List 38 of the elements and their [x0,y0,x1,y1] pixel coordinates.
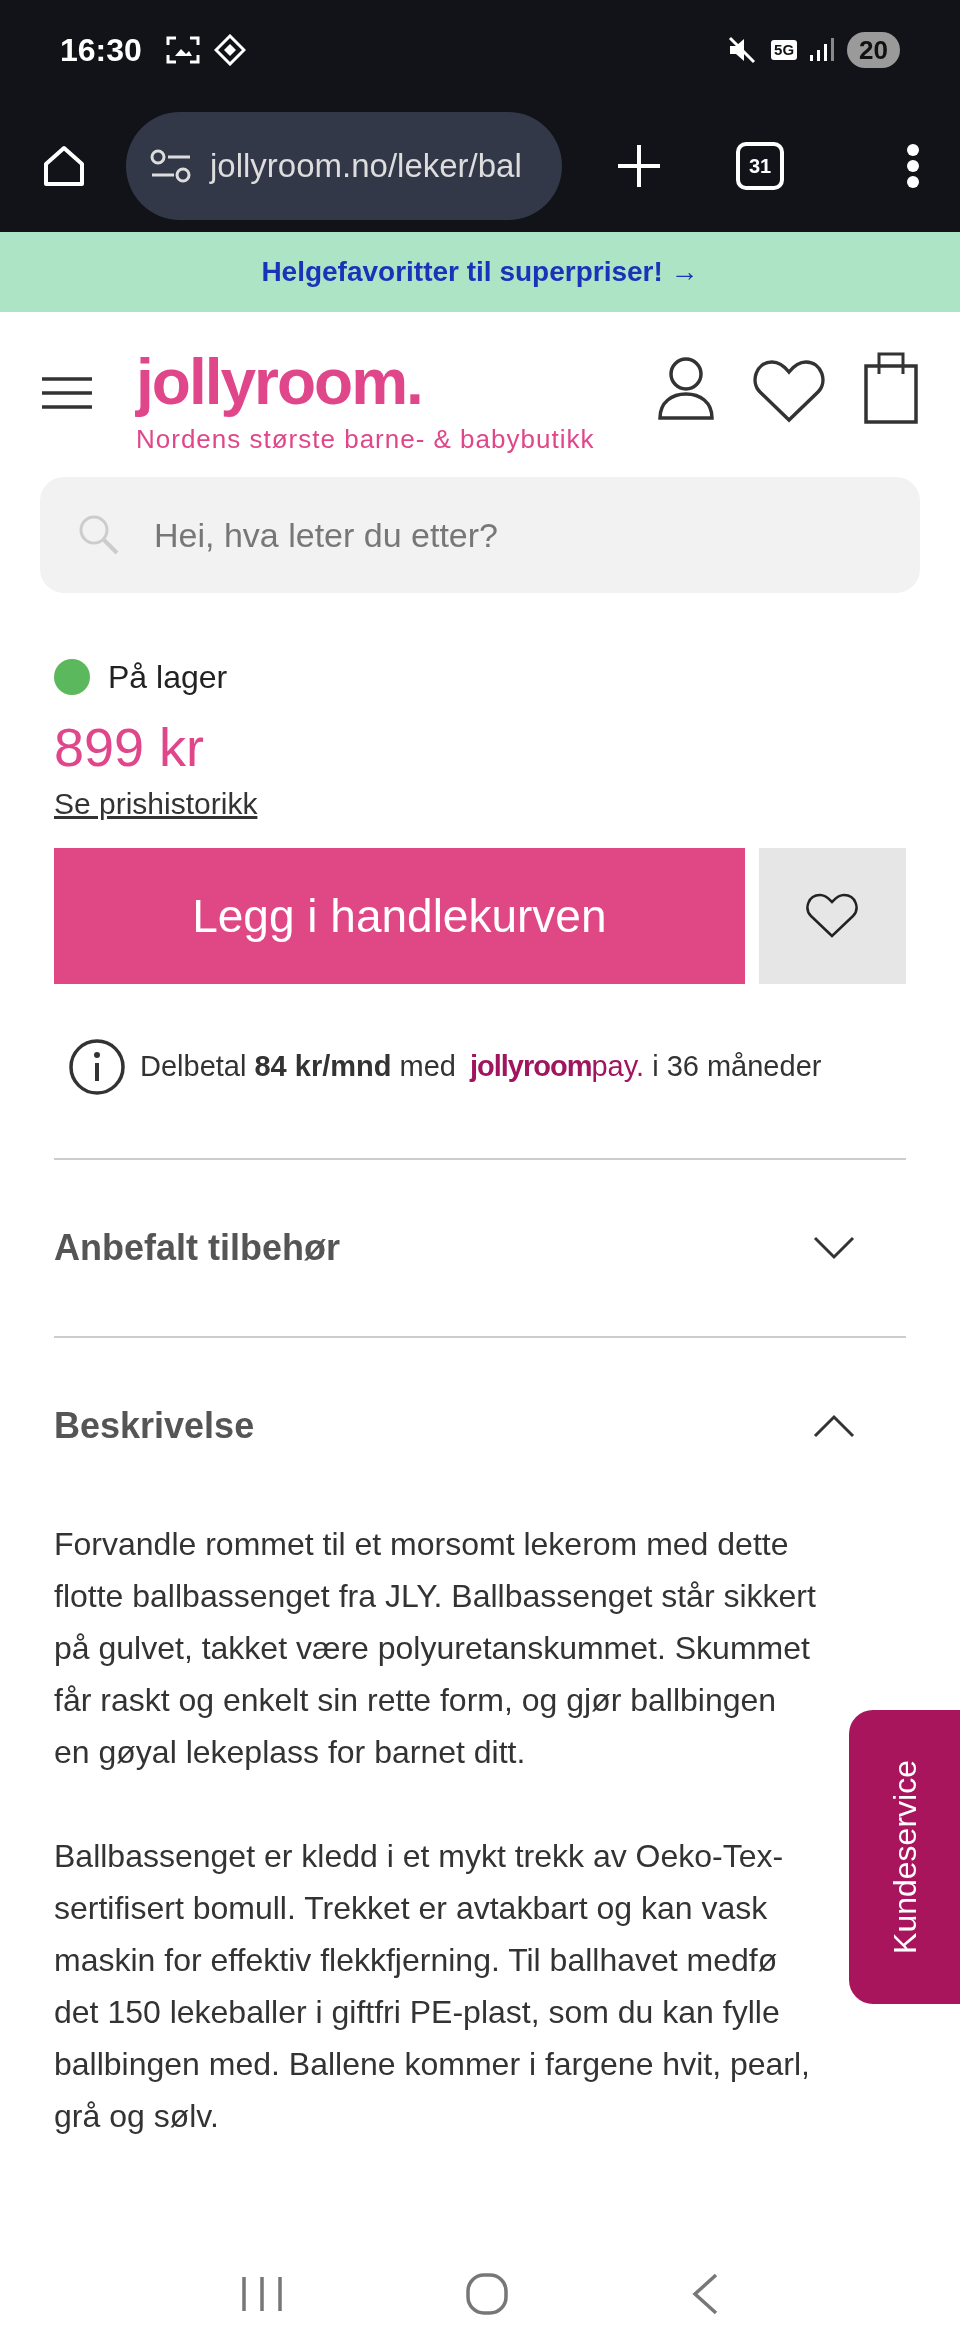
more-options-icon[interactable] [906,143,920,189]
new-tab-icon[interactable] [616,143,662,189]
accordion-header[interactable]: Beskrivelse [54,1338,906,1514]
jollyroompay-logo: jollyroompay. [469,1049,645,1085]
site-settings-icon[interactable] [150,149,192,183]
wishlist-icon[interactable] [752,358,826,424]
heart-icon [805,893,860,939]
customer-service-tab[interactable]: Kundeservice [849,1710,960,2004]
screenshot-icon [165,35,200,65]
installment-duration: i 36 måneder [652,1049,822,1085]
description-paragraph: Forvandle rommet til et morsomt lekerom med dette flotte ballbassenget fra JLY. Ballbassenget står sikkert på gulvet, takket være polyuretanskummet. Skummet får raskt og enkelt sin rette form, og gjør ballbingen en gøyal lekeplass for barnet ditt. [54,1525,817,1772]
tab-count-button[interactable]: 31 [736,142,784,190]
url-field[interactable]: jollyroom.no/leker/bal [126,112,562,220]
info-icon [68,1038,126,1096]
battery-indicator: 20 [847,32,900,68]
mute-icon [727,35,758,65]
description-paragraph: Ballbassenget er kledd i et mykt trekk av Oeko-Tex- sertifisert bomull. Trekket er avtakbart og kan vask maskin for effektiv flekkfjerning. Til ballhavet medfø det 150 lekeballer i giftfri PE-plast, som du kan fylle ballbingen med. Ballene kommer i fargene hvit, pearl, grå og sølv. [54,1837,811,2136]
search-icon [78,514,120,556]
network-label: 5G [771,40,798,60]
add-to-cart-button[interactable]: Legg i handlekurven [54,848,745,984]
price-history-link[interactable]: Se prishistorikk [54,781,258,826]
recent-apps-icon[interactable] [240,2274,285,2313]
accordion-header[interactable]: Anbefalt tilbehør [54,1160,906,1336]
signal-icon [809,37,836,63]
shopping-bag-icon[interactable] [862,350,920,424]
tagline: Nordens største barne- & babybutikk [136,423,595,456]
status-time: 16:30 [60,31,142,70]
installment-text: Delbetal 84 kr/mnd med [140,1049,456,1085]
logo[interactable]: jollyroom. [136,346,595,418]
stock-label: På lager [108,658,228,697]
diamond-icon [213,34,246,66]
home-button-icon[interactable] [465,2271,509,2316]
chevron-down-icon [812,1235,856,1261]
price: 899 kr [54,716,206,779]
url-text: jollyroom.no/leker/bal [210,146,522,187]
account-icon[interactable] [656,356,716,422]
menu-icon[interactable] [40,376,94,410]
chevron-up-icon [812,1413,856,1439]
